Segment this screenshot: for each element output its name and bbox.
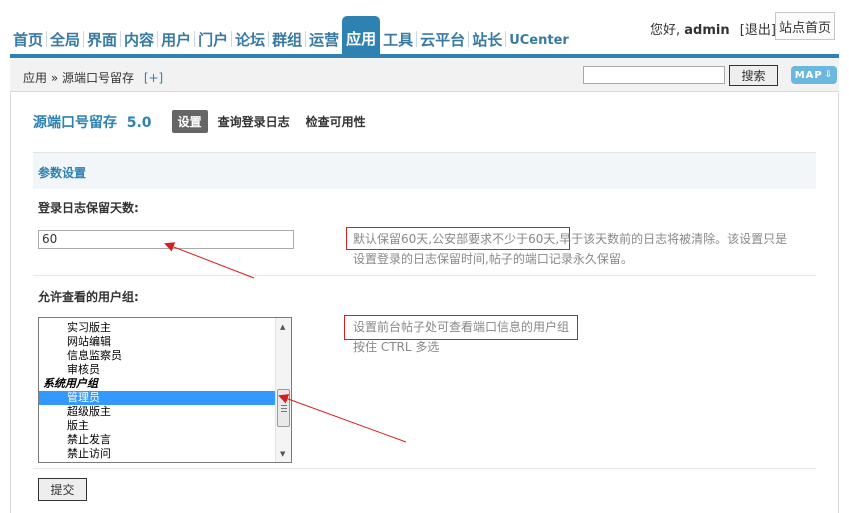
nav-item-ucenter[interactable]: UCenter xyxy=(506,16,572,54)
log-days-tip-highlight: 默认保留60天,公安部要求不少于60天 xyxy=(353,232,556,246)
arrow-down-icon: ⇩ xyxy=(824,70,834,80)
user-group-option[interactable]: 版主 xyxy=(39,419,291,433)
divider xyxy=(33,468,816,469)
user-groups-label: 允许查看的用户组: xyxy=(38,290,139,304)
nav-item-content[interactable]: 内容 xyxy=(121,16,157,54)
user-group-option[interactable]: 管理员 xyxy=(39,391,275,405)
grip-line xyxy=(281,411,287,412)
nav-item-app[interactable]: 应用 xyxy=(342,16,381,54)
greeting-text: 您好, xyxy=(650,23,681,38)
top-navigation-bar: 首页 全局 界面 内容 用户 门户 论坛 群组 运营 应用 工具 云平台 站长 UCenter 您好, a… xyxy=(0,0,849,58)
scroll-down-icon[interactable]: ▼ xyxy=(280,450,285,458)
nav-item-user[interactable]: 用户 xyxy=(158,16,194,54)
add-shortcut-link[interactable]: [+] xyxy=(144,71,163,85)
breadcrumb-text: 应用 » 源端口号留存 xyxy=(23,71,134,85)
user-groups-multiselect[interactable]: 实习版主 网站编辑 信息监察员 审核员 系统用户组 管理员 超级版主 版主 禁止发言 禁止访问 ▲… xyxy=(38,317,292,463)
option-group-label: 系统用户组 xyxy=(43,377,98,390)
nav-item-forum[interactable]: 论坛 xyxy=(232,16,268,54)
user-group-option[interactable]: 信息监察员 xyxy=(39,349,291,363)
search-button[interactable]: 搜索 xyxy=(729,65,778,86)
log-days-tip-line2: 设置登录的日志保留时间,帖子的端口记录永久保留。 xyxy=(353,252,633,266)
main-nav: 首页 全局 界面 内容 用户 门户 论坛 群组 运营 应用 工具 云平台 站长 UCenter xyxy=(10,16,572,54)
site-home-button[interactable]: 站点首页 xyxy=(775,12,835,40)
scroll-thumb[interactable] xyxy=(277,389,290,427)
listbox-scrollbar[interactable]: ▲ ▼ xyxy=(275,318,291,462)
user-groups-tip-highlight: 设置前台帖子处可查看端口信息的用户组 xyxy=(353,320,570,334)
user-group-option[interactable]: 实习版主 xyxy=(39,321,291,335)
nav-item-operation[interactable]: 运营 xyxy=(306,16,342,54)
nav-item-webmaster[interactable]: 站长 xyxy=(469,16,505,54)
tab-login-log[interactable]: 查询登录日志 xyxy=(212,110,296,133)
breadcrumb: 应用 » 源端口号留存 [+] xyxy=(23,69,163,86)
nav-item-tools[interactable]: 工具 xyxy=(380,16,416,54)
user-groups-options: 实习版主 网站编辑 信息监察员 审核员 系统用户组 管理员 超级版主 版主 禁止发言 禁止访问 xyxy=(39,318,291,461)
tab-settings[interactable]: 设置 xyxy=(171,110,208,133)
user-groups-tip-line2: 按住 CTRL 多选 xyxy=(353,340,440,354)
log-days-label: 登录日志保留天数: xyxy=(38,201,139,215)
user-group-option[interactable]: 禁止发言 xyxy=(39,433,291,447)
user-group-option[interactable]: 审核员 xyxy=(39,363,291,377)
tab-check-availability[interactable]: 检查可用性 xyxy=(300,110,372,133)
user-groups-tip: 设置前台帖子处可查看端口信息的用户组 按住 CTRL 多选 xyxy=(353,317,569,357)
plugin-version: 5.0 xyxy=(126,114,152,131)
nav-item-portal[interactable]: 门户 xyxy=(195,16,231,54)
nav-item-interface[interactable]: 界面 xyxy=(84,16,120,54)
user-info: 您好, admin [退出] xyxy=(650,19,776,38)
plugin-title: 源端口号留存 5.0 xyxy=(33,112,152,132)
divider xyxy=(33,275,816,276)
nav-item-home[interactable]: 首页 xyxy=(10,16,46,54)
map-button[interactable]: MAP ⇩ xyxy=(791,66,837,84)
submit-button[interactable]: 提交 xyxy=(38,478,87,501)
user-group-option[interactable]: 禁止访问 xyxy=(39,447,291,461)
log-days-tip: 默认保留60天,公安部要求不少于60天,早于该天数前的日志将被清除。该设置只是 … xyxy=(353,229,787,269)
nav-item-global[interactable]: 全局 xyxy=(47,16,83,54)
plugin-name: 源端口号留存 xyxy=(33,114,117,131)
scroll-up-icon[interactable]: ▲ xyxy=(280,323,285,331)
grip-line xyxy=(281,408,287,409)
log-days-tip-rest: ,早于该天数前的日志将被清除。该设置只是 xyxy=(555,232,788,246)
nav-item-cloud[interactable]: 云平台 xyxy=(417,16,468,54)
user-group-option[interactable]: 超级版主 xyxy=(39,405,291,419)
username: admin xyxy=(684,23,730,38)
section-title: 参数设置 xyxy=(33,152,816,189)
log-days-input[interactable]: 60 xyxy=(38,230,294,249)
user-group-option[interactable]: 网站编辑 xyxy=(39,335,291,349)
breadcrumb-bar: 应用 » 源端口号留存 [+] 搜索 MAP ⇩ xyxy=(10,58,839,92)
search-input[interactable] xyxy=(583,66,725,84)
grip-line xyxy=(281,405,287,406)
nav-item-group[interactable]: 群组 xyxy=(269,16,305,54)
main-content: 源端口号留存 5.0 设置 查询登录日志 检查可用性 参数设置 登录日志保留天数… xyxy=(10,93,839,513)
map-button-label: MAP xyxy=(794,69,823,81)
logout-link[interactable]: [退出] xyxy=(740,23,776,38)
plugin-header: 源端口号留存 5.0 设置 查询登录日志 检查可用性 xyxy=(33,110,376,133)
